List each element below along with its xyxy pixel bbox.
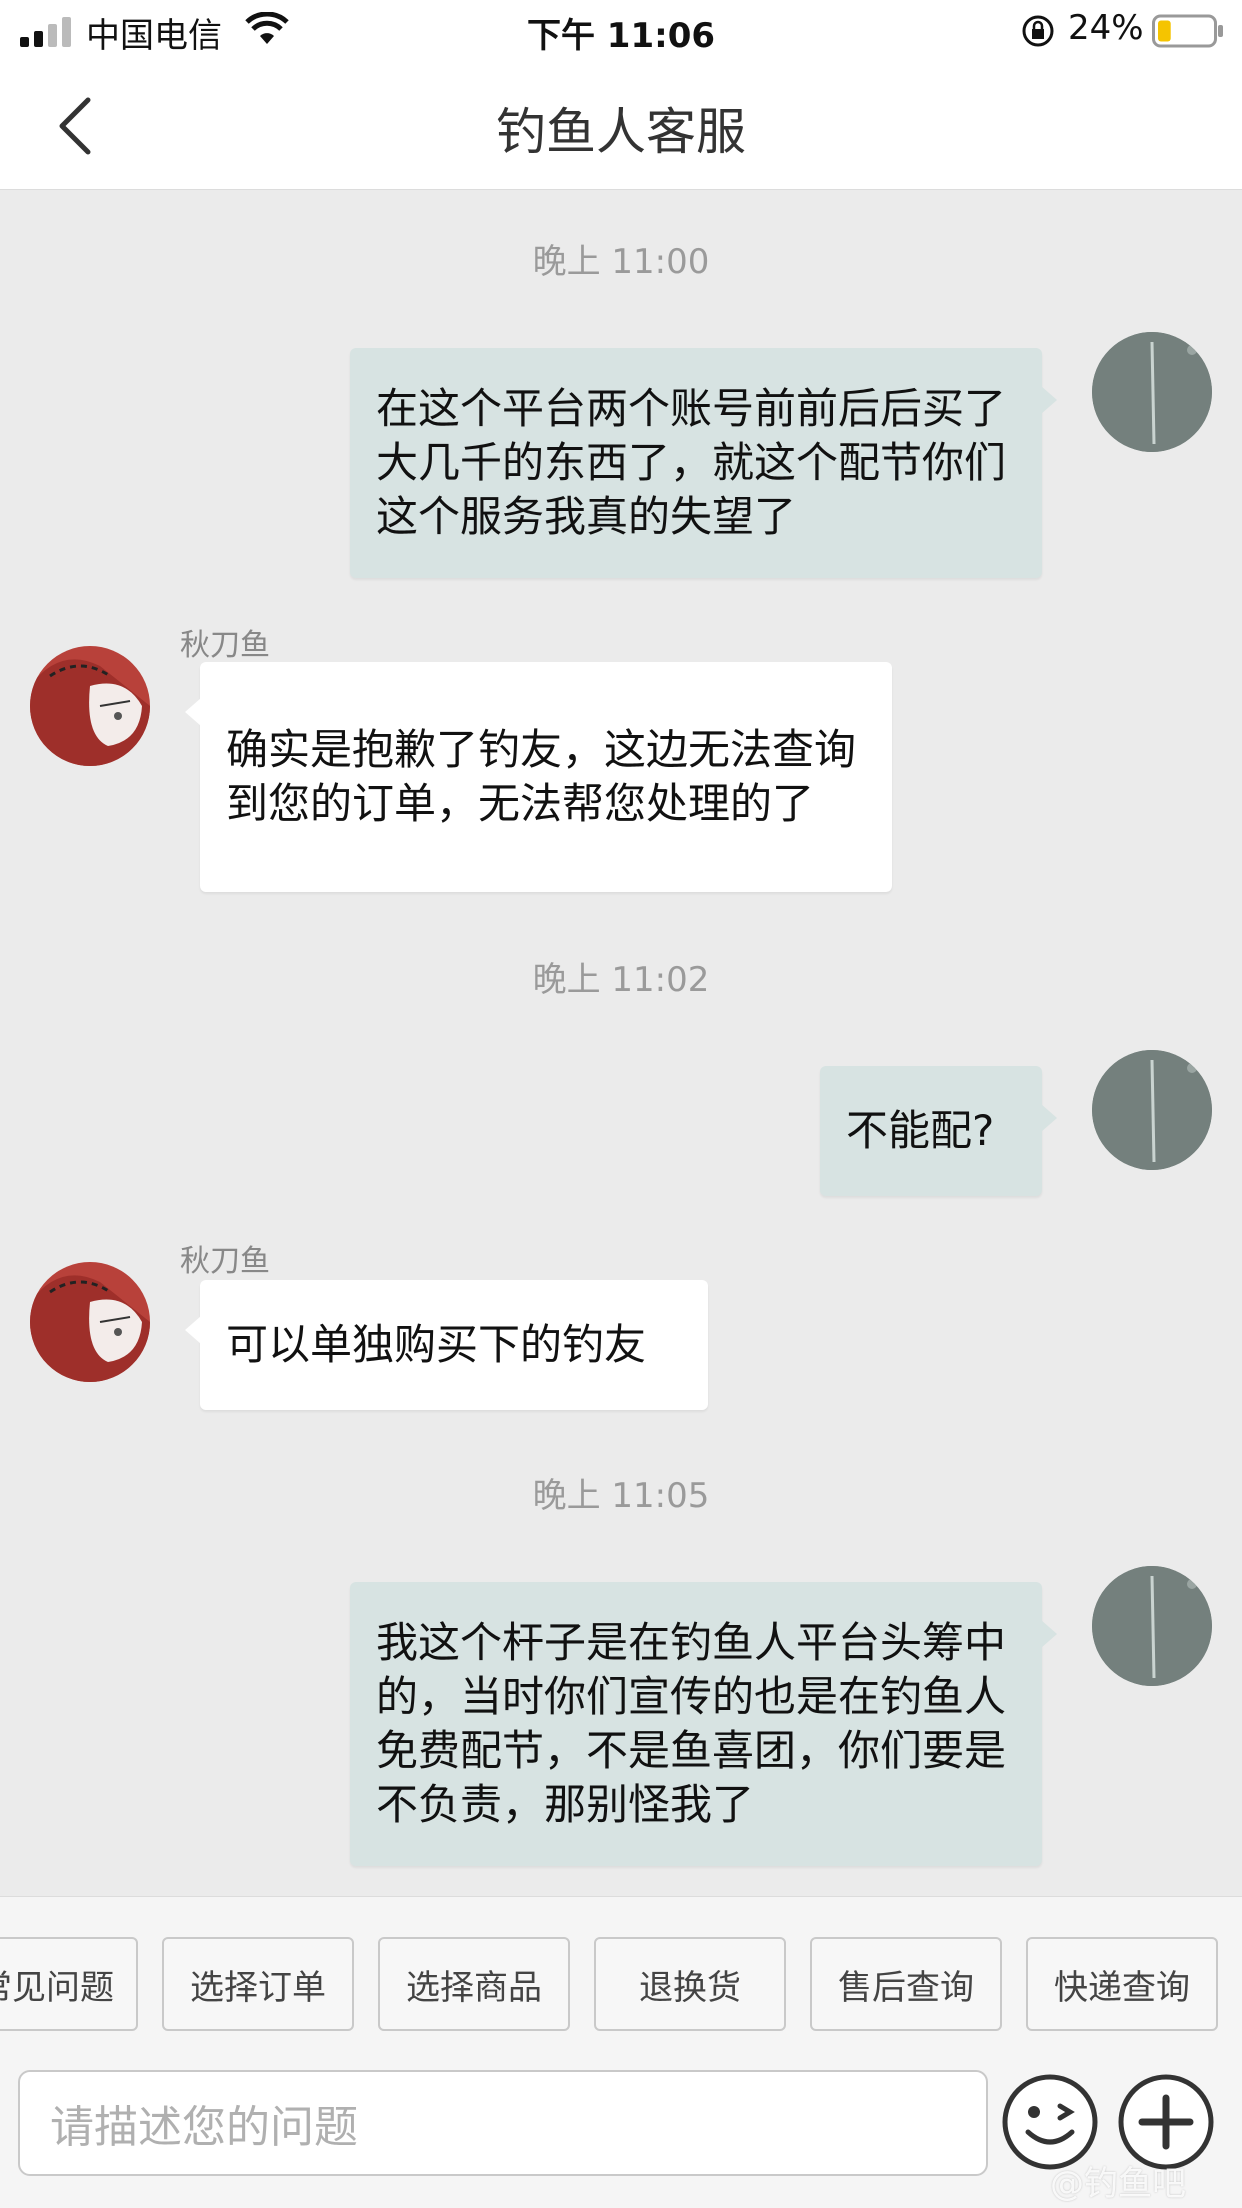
timestamp: 晚上 11:02 bbox=[532, 960, 710, 1000]
status-bar: 中国电信 下午 11:06 24% bbox=[0, 0, 1242, 62]
sender-name: 秋刀鱼 bbox=[180, 1244, 270, 1279]
user-avatar[interactable] bbox=[1092, 332, 1212, 452]
user-avatar[interactable] bbox=[1092, 1050, 1212, 1170]
message-bubble-incoming[interactable]: 可以单独购买下的钓友 bbox=[200, 1280, 708, 1410]
bubble-tail bbox=[1041, 1620, 1057, 1648]
quick-reply-after-sales[interactable]: 售后查询 bbox=[810, 1937, 1002, 2031]
fishing-rod-avatar-icon bbox=[1092, 1566, 1212, 1686]
input-row: 请描述您的问题 @钓鱼吧 bbox=[0, 2066, 1242, 2208]
quick-reply-select-product[interactable]: 选择商品 bbox=[378, 1937, 570, 2031]
message-bubble-outgoing[interactable]: 我这个杆子是在钓鱼人平台头筹中的，当时你们宣传的也是在钓鱼人免费配节，不是鱼喜团… bbox=[350, 1582, 1042, 1866]
message-text: 我这个杆子是在钓鱼人平台头筹中的，当时你们宣传的也是在钓鱼人免费配节，不是鱼喜团… bbox=[376, 1618, 1007, 1829]
bubble-tail bbox=[185, 698, 201, 726]
battery-icon bbox=[1152, 14, 1223, 48]
watermark: @钓鱼吧 bbox=[1050, 2164, 1186, 2204]
fishing-rod-avatar-icon bbox=[1092, 332, 1212, 452]
bubble-tail bbox=[1041, 386, 1057, 414]
quick-reply-bar: 常见问题 选择订单 选择商品 退换货 售后查询 快递查询 bbox=[0, 1896, 1242, 2066]
quick-reply-select-order[interactable]: 选择订单 bbox=[162, 1937, 354, 2031]
anime-character-avatar-icon bbox=[30, 1262, 150, 1382]
rotation-lock-icon bbox=[1022, 15, 1054, 47]
user-avatar[interactable] bbox=[1092, 1566, 1212, 1686]
message-input[interactable]: 请描述您的问题 bbox=[18, 2070, 988, 2176]
message-bubble-outgoing[interactable]: 不能配? bbox=[820, 1066, 1042, 1196]
quick-reply-faq[interactable]: 常见问题 bbox=[0, 1937, 138, 2031]
message-text: 可以单独购买下的钓友 bbox=[226, 1320, 647, 1369]
bubble-tail bbox=[1041, 1104, 1057, 1132]
timestamp: 晚上 11:05 bbox=[532, 1476, 710, 1516]
battery-percent: 24% bbox=[1068, 8, 1144, 48]
quick-reply-tracking[interactable]: 快递查询 bbox=[1026, 1937, 1218, 2031]
bubble-tail bbox=[185, 1316, 201, 1344]
message-bubble-outgoing[interactable]: 在这个平台两个账号前前后后买了大几千的东西了，就这个配节你们这个服务我真的失望了 bbox=[350, 348, 1042, 578]
chat-area[interactable]: 晚上 11:00 在这个平台两个账号前前后后买了大几千的东西了，就这个配节你们这… bbox=[0, 190, 1242, 1896]
quick-reply-return-exchange[interactable]: 退换货 bbox=[594, 1937, 786, 2031]
message-text: 不能配? bbox=[846, 1106, 995, 1155]
sender-name: 秋刀鱼 bbox=[180, 628, 270, 663]
fishing-rod-avatar-icon bbox=[1092, 1050, 1212, 1170]
timestamp: 晚上 11:00 bbox=[532, 242, 710, 282]
anime-character-avatar-icon bbox=[30, 646, 150, 766]
agent-avatar[interactable] bbox=[30, 646, 150, 766]
agent-avatar[interactable] bbox=[30, 1262, 150, 1382]
nav-header: 钓鱼人客服 bbox=[0, 62, 1242, 190]
message-bubble-incoming[interactable]: 确实是抱歉了钓友，这边无法查询到您的订单，无法帮您处理的了 bbox=[200, 662, 892, 892]
page-title: 钓鱼人客服 bbox=[496, 103, 746, 161]
message-text: 在这个平台两个账号前前后后买了大几千的东西了，就这个配节你们这个服务我真的失望了 bbox=[376, 384, 1007, 541]
message-text: 确实是抱歉了钓友，这边无法查询到您的订单，无法帮您处理的了 bbox=[226, 725, 857, 828]
